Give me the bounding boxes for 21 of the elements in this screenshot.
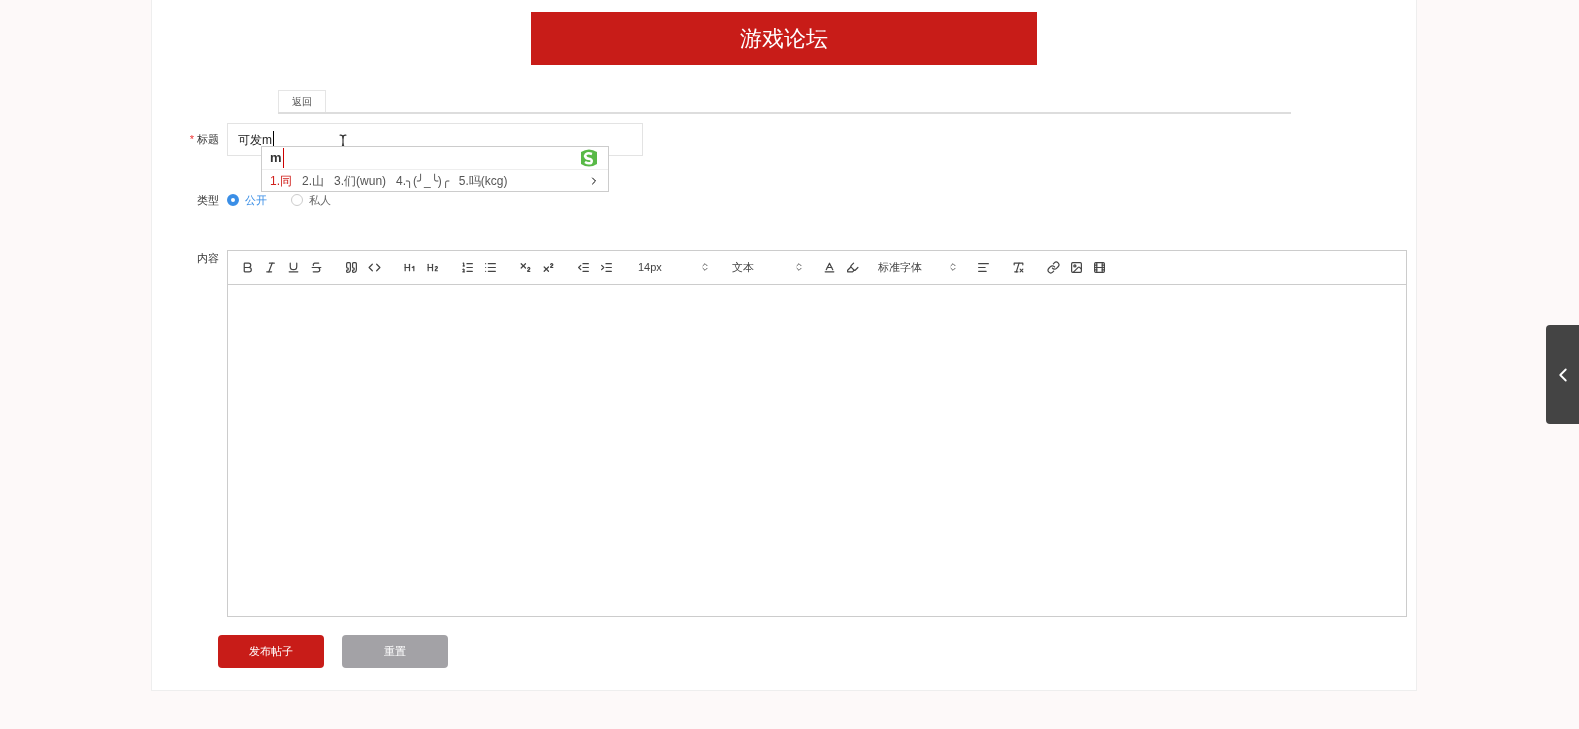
toolbar-select[interactable]: 文本 <box>732 258 804 276</box>
title-label: 标题 <box>197 132 219 148</box>
content-label: 内容 <box>196 250 220 266</box>
radio-option[interactable]: 私人 <box>291 192 331 209</box>
ime-candidate[interactable]: 3.们(wun) <box>334 171 387 190</box>
ime-candidate[interactable]: 4.╮(╯_╰)╭ <box>396 171 449 190</box>
toolbar-select[interactable]: 标准字体 <box>878 258 958 276</box>
ime-candidate[interactable]: 5.吗(kcg) <box>458 171 508 190</box>
ime-candidate[interactable]: 1.同 <box>270 171 292 190</box>
dropdown-arrows-icon <box>948 262 958 272</box>
required-mark: * <box>189 132 194 148</box>
ime-composition: m <box>270 148 284 168</box>
ime-candidate[interactable]: 2.山 <box>302 171 325 190</box>
publish-button[interactable]: 发布帖子 <box>218 634 324 668</box>
dropdown-arrows-icon <box>794 262 804 272</box>
back-tab[interactable]: 返回 <box>278 90 326 112</box>
type-label: 类型 <box>196 193 220 208</box>
toolbar-select[interactable]: 14px <box>638 258 710 276</box>
radio-option[interactable]: 公开 <box>227 192 267 209</box>
dropdown-arrows-icon <box>700 262 710 272</box>
page-title: 游戏论坛 <box>531 12 1037 65</box>
